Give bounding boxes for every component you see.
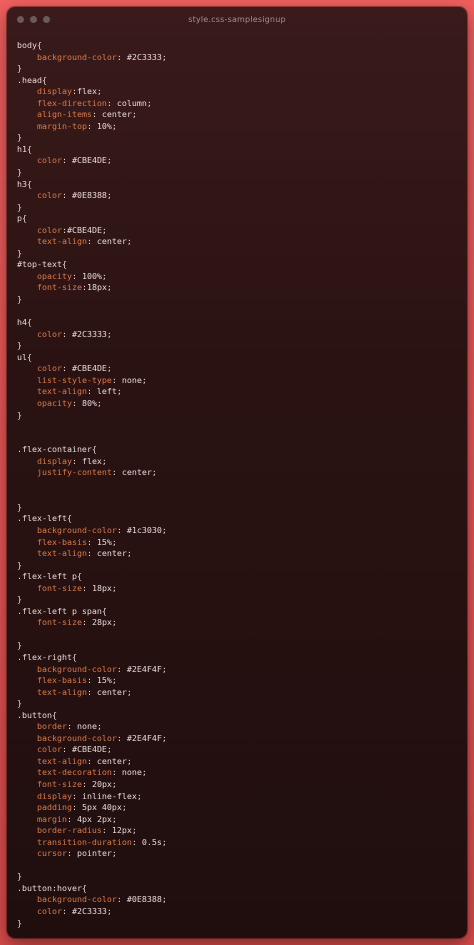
code-window: style.css-samplesignup body{ background-… [7,7,467,938]
code-line: list-style-type: none; [36,374,147,385]
code-line: .flex-container{ [17,444,97,455]
code-line: background-color: #1c3030; [36,524,167,535]
code-line: background-color: #2E4F4F; [36,732,167,743]
code-line: } [17,409,22,420]
window-title: style.css-samplesignup [188,14,286,24]
close-icon[interactable] [17,16,24,23]
code-line: flex-basis: 15%; [36,675,117,686]
code-editor[interactable]: body{ background-color: #2C3333;} .head{ … [17,40,459,929]
code-line: .flex-left p{ [17,571,82,582]
minimize-icon[interactable] [30,16,37,23]
code-line: padding: 5px 40px; [36,802,127,813]
code-line: } [17,640,22,651]
code-line: .button{ [17,709,57,720]
code-line: } [17,340,22,351]
code-line: display: flex; [36,455,107,466]
code-line: margin-top: 10%; [36,120,117,131]
code-line: margin: 4px 2px; [36,813,117,824]
code-line: text-align: center; [36,548,132,559]
code-line: .button:hover{ [17,882,87,893]
code-line: flex-direction: column; [36,97,152,108]
code-line: border-radius: 12px; [36,825,137,836]
code-line: p{ [17,213,27,224]
code-line: body{ [17,40,42,50]
code-line: text-decoration: none; [36,767,147,778]
code-line: .flex-left p span{ [17,605,107,616]
code-line: background-color: #0E8388; [36,894,167,905]
code-line: opacity: 100%; [36,270,107,281]
code-line: } [17,167,22,178]
code-line: font-size: 20px; [36,779,117,789]
code-line: background-color: #2C3333; [36,51,167,62]
code-line: h1{ [17,143,32,154]
code-line: h4{ [17,317,32,328]
code-line: color: #CBE4DE; [36,363,112,374]
code-line: } [17,294,22,305]
code-line: font-size: 28px; [36,617,117,628]
code-line: font-size:18px; [36,282,112,293]
code-line: .flex-left{ [17,513,72,524]
code-line: } [17,698,22,709]
code-line: color: #0E8388; [36,190,112,201]
code-line: flex-basis: 15%; [36,536,117,547]
code-line: } [17,201,22,212]
window-controls [17,16,50,23]
code-line: text-align: center; [36,236,132,247]
code-line: display:flex; [36,86,102,97]
code-line: } [17,594,22,605]
code-line: align-items: center; [36,109,137,120]
code-line: } [17,871,22,882]
code-line: text-align: left; [36,386,122,397]
code-line: #top-text{ [17,259,67,270]
code-line: } [17,247,22,258]
code-line: } [17,501,22,512]
code-line: text-align: center; [36,686,132,697]
code-line: } [17,63,22,74]
code-line: ul{ [17,351,32,362]
code-line: } [17,132,22,143]
code-line: justify-content: center; [36,467,157,478]
code-line: font-size: 18px; [36,582,117,593]
code-line: border: none; [36,721,102,732]
code-line: color: #2C3333; [36,328,112,339]
code-line: background-color: #2E4F4F; [36,663,167,674]
code-line: transition-duration: 0.5s; [36,836,167,847]
maximize-icon[interactable] [43,16,50,23]
code-line: .head{ [17,74,47,85]
code-line: text-align: center; [36,755,132,766]
code-line: color:#CBE4DE; [36,224,107,235]
code-line: color: #2C3333; [36,906,112,917]
code-line: .flex-right{ [17,651,77,662]
code-line: } [17,917,22,928]
code-line: color: #CBE4DE; [36,744,112,755]
title-bar: style.css-samplesignup [7,7,467,31]
code-line: display: inline-flex; [36,790,142,801]
code-line: } [17,559,22,570]
code-line: h3{ [17,178,32,189]
code-line: opacity: 80%; [36,397,102,408]
code-line: cursor: pointer; [36,848,117,859]
code-line: color: #CBE4DE; [36,155,112,166]
